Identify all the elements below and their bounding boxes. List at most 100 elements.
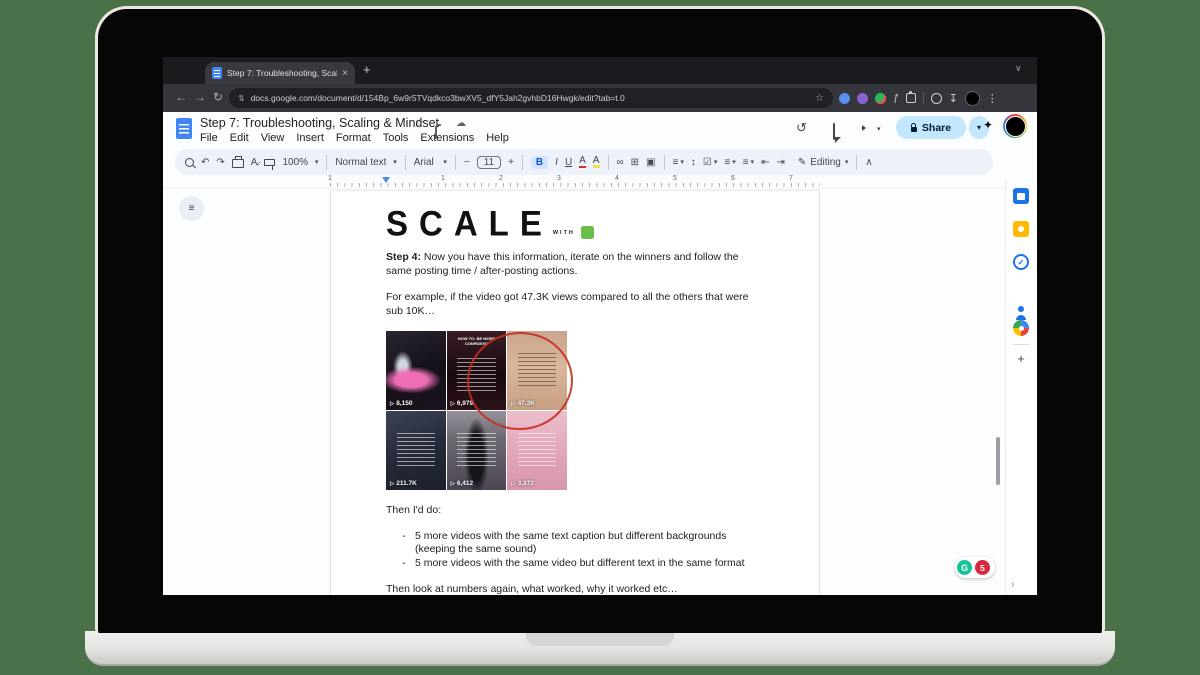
browser-tab-strip: Step 7: Troubleshooting, Scal × + ∨ [163, 57, 1037, 84]
tab-title: Step 7: Troubleshooting, Scal [227, 68, 337, 78]
ruler-number: 3 [557, 175, 561, 182]
paragraph-then-id-do: Then I'd do: [386, 504, 761, 518]
menu-format[interactable]: Format [336, 132, 371, 144]
calendar-icon[interactable] [1013, 188, 1029, 204]
menu-extensions[interactable]: Extensions [420, 132, 474, 144]
spellcheck-icon[interactable]: A✓ [251, 157, 258, 168]
downloads-icon[interactable]: ↧ [949, 92, 958, 105]
zoom-select[interactable]: 100% ▾ [282, 157, 318, 168]
line-spacing-icon[interactable]: ↕ [691, 157, 696, 168]
toolbar-divider [923, 92, 924, 104]
font-size-increase[interactable]: + [508, 157, 514, 168]
search-menus-icon[interactable] [185, 158, 194, 167]
font-select[interactable]: Arial ▾ [414, 157, 447, 168]
site-settings-icon[interactable]: ⇅ [238, 94, 245, 103]
extension-green-icon[interactable] [875, 93, 886, 104]
menu-edit[interactable]: Edit [230, 132, 249, 144]
add-comment-icon[interactable]: ⊞ [631, 157, 639, 168]
grammarly-widget[interactable]: G 5 [955, 557, 995, 578]
close-tab-icon[interactable]: × [342, 68, 348, 79]
extensions-puzzle-icon[interactable] [906, 93, 916, 103]
increase-indent-icon[interactable]: ⇥ [776, 157, 784, 168]
browser-menu-icon[interactable]: ⋮ [987, 92, 998, 105]
version-history-icon[interactable]: ↺ [796, 120, 807, 136]
ruler-number: 1 [441, 175, 445, 182]
paragraph-style-select[interactable]: Normal text ▾ [335, 157, 396, 168]
add-addon-button[interactable]: + [1013, 351, 1029, 366]
logo-green-mark [581, 226, 594, 239]
decrease-indent-icon[interactable]: ⇤ [761, 157, 769, 168]
play-icon: ▷ [390, 481, 394, 487]
account-avatar[interactable] [1003, 114, 1027, 138]
docs-toolbar: ↶ ↷ A✓ 100% ▾ Normal text ▾ Arial ▾ − 11… [175, 149, 993, 175]
extensions-row: ƒ ↧ ⋮ [839, 88, 1031, 108]
menu-file[interactable]: File [200, 132, 218, 144]
print-icon[interactable] [232, 159, 244, 168]
font-size-decrease[interactable]: − [464, 157, 470, 168]
tasks-icon[interactable]: ✓ [1013, 254, 1029, 270]
highlight-color-button[interactable]: A [593, 156, 600, 168]
google-docs-icon[interactable] [176, 118, 192, 139]
bold-button[interactable]: B [531, 156, 548, 169]
menu-view[interactable]: View [261, 132, 285, 144]
extension-fn-icon[interactable]: ƒ [893, 93, 899, 104]
star-document-icon[interactable]: ☆ [415, 118, 424, 129]
meet-caret-icon[interactable]: ▾ [877, 125, 881, 133]
insert-link-icon[interactable]: ∞ [617, 157, 624, 168]
tab-search-icon[interactable]: ∨ [1015, 63, 1022, 74]
paragraph-numbers: Then look at numbers again, what worked,… [386, 583, 761, 595]
numbered-list-icon[interactable]: ≡▾ [743, 157, 754, 168]
indent-marker[interactable] [382, 177, 390, 183]
chevron-right-icon[interactable]: › [1011, 579, 1014, 590]
scrollbar-thumb[interactable] [996, 437, 1000, 485]
video-thumbnail: ▷8,150 [386, 331, 446, 410]
bookmark-icon[interactable]: ☆ [815, 93, 824, 104]
document-page[interactable]: SCALE WITH Step 4: Now you have this inf… [330, 190, 820, 595]
ruler-ticks [330, 183, 820, 187]
undo-icon[interactable]: ↶ [201, 157, 209, 168]
reload-icon[interactable]: ↻ [213, 90, 223, 104]
forward-icon[interactable]: → [194, 90, 206, 104]
screen: Step 7: Troubleshooting, Scal × + ∨ ← → … [163, 57, 1037, 595]
align-icon[interactable]: ≡▾ [673, 157, 684, 168]
text-color-button[interactable]: A [579, 156, 586, 168]
browser-profile-avatar[interactable] [965, 91, 980, 106]
extension-blue-icon[interactable] [839, 93, 850, 104]
ruler-number: 2 [499, 175, 503, 182]
hide-menus-icon[interactable]: ∧ [865, 157, 872, 168]
list-item: -5 more videos with the same video but d… [386, 557, 761, 571]
keep-icon[interactable] [1013, 221, 1029, 237]
side-panel [1005, 180, 1037, 595]
bulleted-list-icon[interactable]: ≡▾ [724, 157, 735, 168]
address-bar[interactable]: ⇅ docs.google.com/document/d/154Bp_6w9r5… [229, 88, 833, 108]
italic-button[interactable]: I [555, 157, 558, 168]
share-button[interactable]: Share [896, 116, 966, 139]
url-text[interactable]: docs.google.com/document/d/154Bp_6w9r5TV… [251, 93, 809, 103]
document-title[interactable]: Step 7: Troubleshooting, Scaling & Minds… [200, 116, 439, 130]
gemini-sparkle-icon[interactable]: ✦ [983, 118, 993, 132]
editing-mode-select[interactable]: ✎ Editing ▾ [798, 157, 848, 168]
redo-icon[interactable]: ↷ [216, 157, 224, 168]
contacts-icon[interactable] [1013, 305, 1029, 321]
extension-ring-icon[interactable] [931, 93, 942, 104]
ruler-number: 5 [673, 175, 677, 182]
menu-tools[interactable]: Tools [383, 132, 409, 144]
maps-icon[interactable] [1013, 320, 1029, 336]
browser-tab[interactable]: Step 7: Troubleshooting, Scal × [205, 62, 355, 84]
pencil-icon: ✎ [798, 157, 806, 168]
menu-insert[interactable]: Insert [296, 132, 324, 144]
comments-icon[interactable] [833, 123, 835, 140]
tiktok-grid-image: ▷8,150 HOW TO: BE MORE CONFIDENT ▷6,979 … [386, 331, 567, 490]
back-icon[interactable]: ← [175, 90, 187, 104]
menu-help[interactable]: Help [486, 132, 509, 144]
extension-purple-icon[interactable] [857, 93, 868, 104]
scale-logo: SCALE WITH [386, 204, 761, 242]
insert-image-icon[interactable]: ▣ [646, 157, 655, 168]
paint-format-icon[interactable] [264, 159, 275, 166]
font-size-field[interactable]: 11 [477, 156, 501, 169]
new-tab-button[interactable]: + [363, 62, 371, 77]
checklist-icon[interactable]: ☑▾ [703, 157, 717, 168]
paragraph-step4: Step 4: Now you have this information, i… [386, 251, 761, 278]
document-tabs-button[interactable]: ≡ [179, 196, 204, 221]
underline-button[interactable]: U [565, 157, 572, 168]
